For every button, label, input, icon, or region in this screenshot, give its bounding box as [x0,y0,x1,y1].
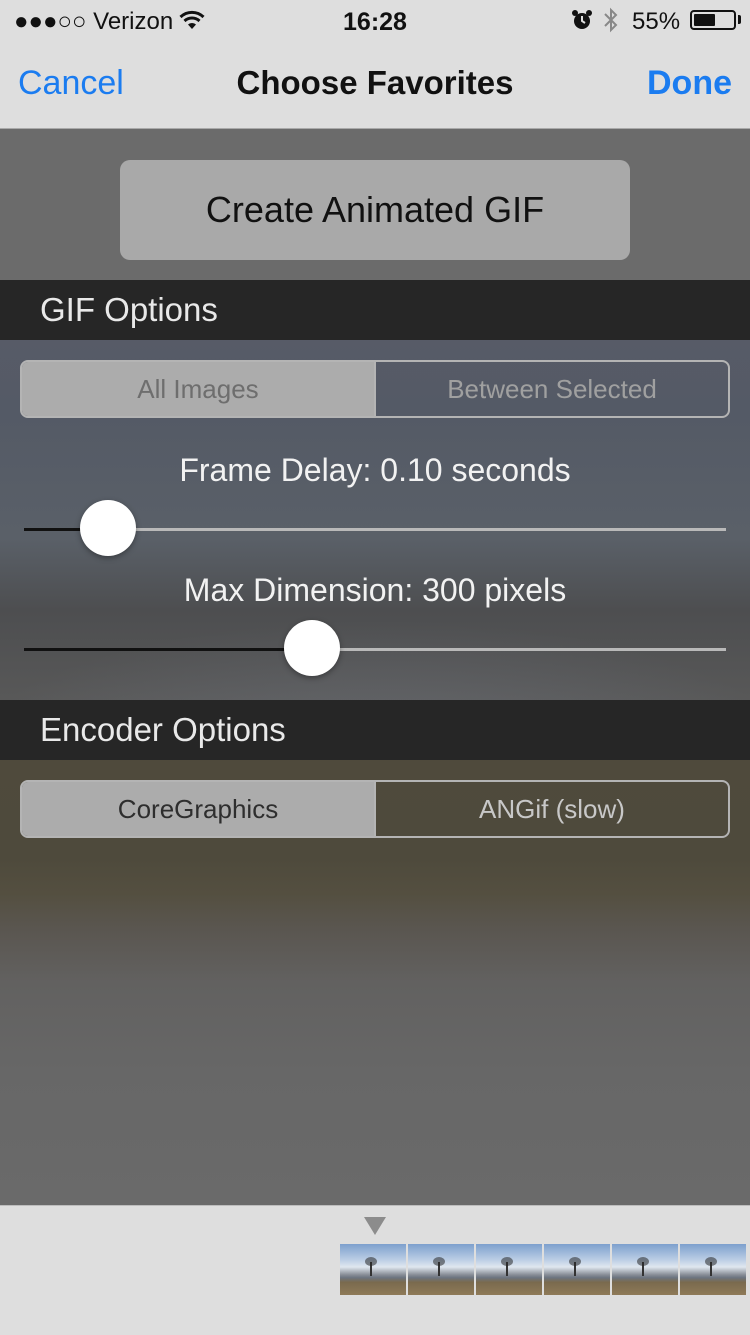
filmstrip-frame[interactable] [612,1244,678,1295]
segment-angif[interactable]: ANGif (slow) [374,782,728,836]
max-dimension-slider[interactable] [24,648,726,651]
segment-between-selected[interactable]: Between Selected [374,362,728,416]
max-dimension-label: Max Dimension: 300 pixels [183,572,567,608]
navigation-bar: Cancel Choose Favorites Done [0,40,750,129]
filmstrip-frame[interactable] [680,1244,746,1295]
frame-tree-crown [433,1257,445,1266]
status-bar: ●●●○○ Verizon 16:28 55% [0,0,750,40]
bluetooth-icon [602,7,620,40]
segment-all-images[interactable]: All Images [22,362,374,416]
alarm-icon [571,9,593,38]
frame-tree-crown [365,1257,377,1266]
create-animated-gif-button[interactable]: Create Animated GIF [120,160,630,260]
filmstrip-frame[interactable] [476,1244,542,1295]
battery-nub [738,15,741,24]
gif-options-header: GIF Options [0,280,750,340]
frame-tree-crown [705,1257,717,1266]
max-dimension-thumb[interactable] [283,620,340,676]
gif-options-title: GIF Options [40,291,218,328]
frame-tree-crown [569,1257,581,1266]
max-dimension-fill [24,648,312,651]
filmstrip-frames [340,1244,748,1295]
encoder-options-header: Encoder Options [0,700,750,760]
frame-tree-crown [501,1257,513,1266]
frame-delay-label: Frame Delay: 0.10 seconds [179,452,571,488]
frame-delay-thumb[interactable] [80,500,137,556]
frame-tree-crown [637,1257,649,1266]
image-range-segmented-control: All Images Between Selected [20,360,730,418]
encoder-segmented-control: CoreGraphics ANGif (slow) [20,780,730,838]
done-button[interactable]: Done [647,64,732,103]
filmstrip-frame[interactable] [340,1244,406,1295]
position-indicator-icon [364,1217,386,1235]
battery-fill [694,14,715,26]
battery-percent: 55% [632,8,681,35]
encoder-options-title: Encoder Options [40,711,286,748]
segment-coregraphics[interactable]: CoreGraphics [22,782,374,836]
filmstrip-frame[interactable] [408,1244,474,1295]
page-title: Choose Favorites [236,64,514,101]
battery-icon [690,10,736,30]
filmstrip-frame[interactable] [544,1244,610,1295]
